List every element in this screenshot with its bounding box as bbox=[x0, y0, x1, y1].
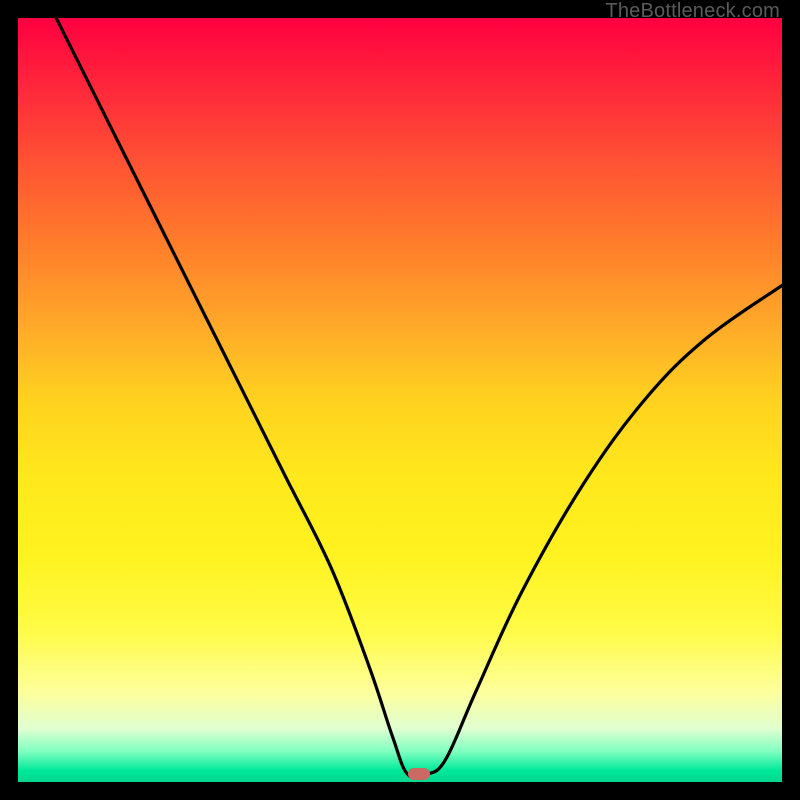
watermark-text: TheBottleneck.com bbox=[605, 0, 780, 23]
bottleneck-curve-path bbox=[56, 18, 782, 778]
chart-frame: TheBottleneck.com bbox=[0, 0, 800, 800]
bottleneck-marker bbox=[408, 768, 430, 780]
plot-area bbox=[18, 18, 782, 782]
curve-svg bbox=[18, 18, 782, 782]
